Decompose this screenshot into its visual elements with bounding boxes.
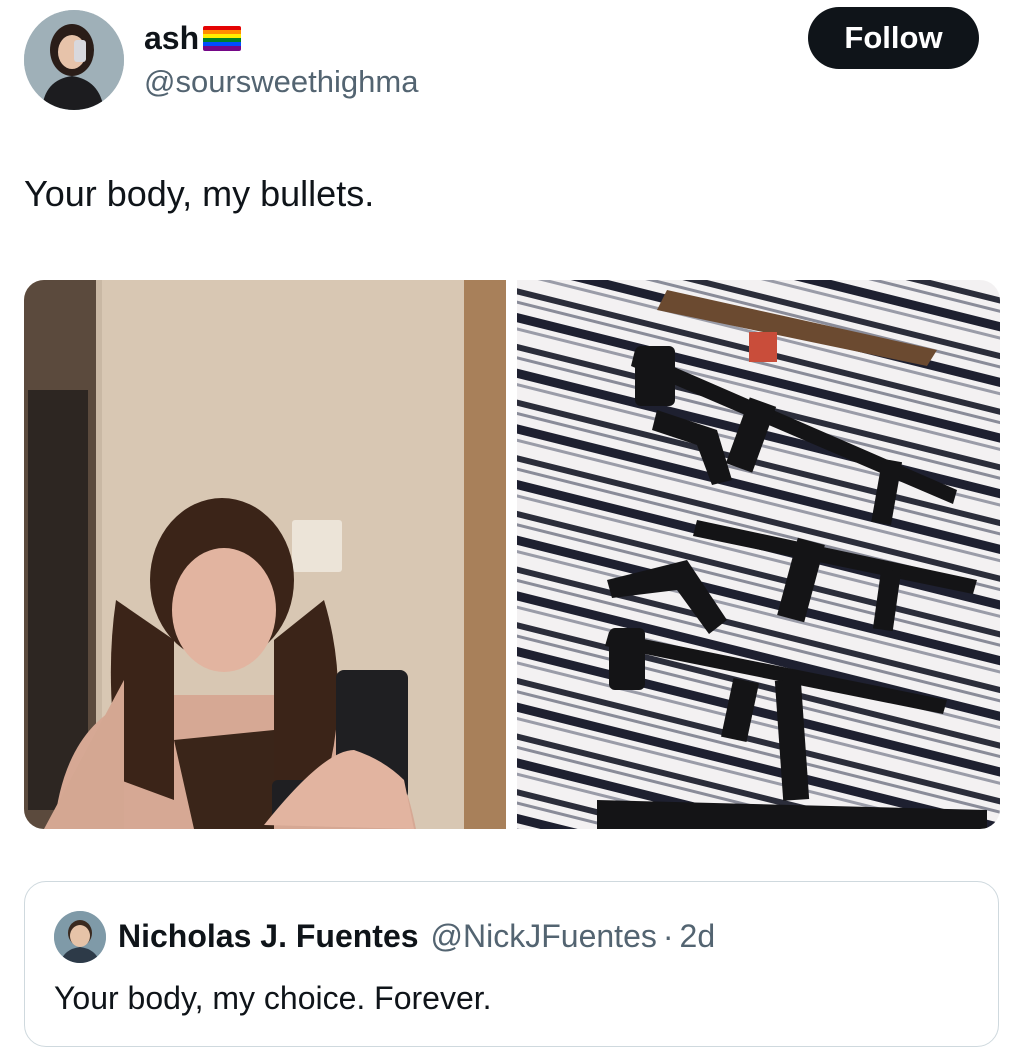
author-handle[interactable]: @soursweethighma [144, 62, 418, 102]
quoted-handle[interactable]: @NickJFuentes [431, 918, 657, 955]
tweet-text: Your body, my bullets. [24, 173, 375, 214]
quoted-display-name[interactable]: Nicholas J. Fuentes [118, 918, 419, 955]
author-avatar[interactable] [24, 10, 124, 110]
quoted-author-avatar[interactable] [54, 911, 106, 963]
quoted-timestamp[interactable]: 2d [680, 918, 716, 955]
dot-separator: · [662, 918, 674, 954]
follow-button[interactable]: Follow [808, 7, 979, 69]
rainbow-flag-icon [203, 25, 242, 51]
quoted-header: Nicholas J. Fuentes @NickJFuentes · 2d [118, 918, 715, 955]
quoted-tweet-card[interactable]: Nicholas J. Fuentes @NickJFuentes · 2d Y… [24, 881, 999, 1047]
author-name-row: ash [144, 18, 242, 58]
tweet-photo-2[interactable] [517, 280, 1000, 829]
quoted-tweet-text: Your body, my choice. Forever. [54, 980, 492, 1016]
tweet-photo-1[interactable] [24, 280, 506, 829]
author-display-name[interactable]: ash [144, 18, 199, 58]
